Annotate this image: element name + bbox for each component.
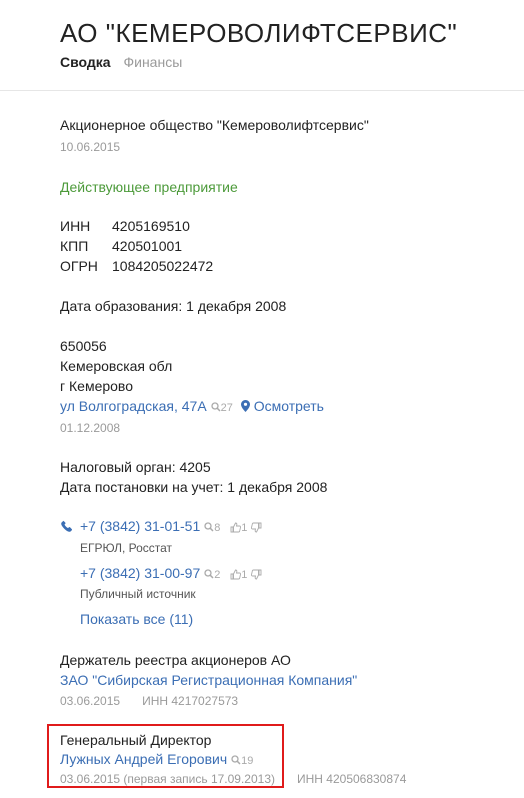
director-inn: ИНН 420506830874 <box>297 772 407 786</box>
phone-like-count: 1 <box>241 569 248 581</box>
registry-date: 03.06.2015 <box>60 694 121 708</box>
search-icon <box>204 522 214 532</box>
phone-dislike-button[interactable] <box>251 565 262 581</box>
address-postcode: 650056 <box>60 338 107 354</box>
tab-finance[interactable]: Финансы <box>123 54 182 70</box>
kpp-value: 420501001 <box>112 238 183 254</box>
phone-row: +7 (3842) 31-01-51 8 1 <box>80 518 262 534</box>
search-icon <box>204 569 214 579</box>
address-city: г Кемерово <box>60 378 133 394</box>
phone-search-count-value: 8 <box>214 522 221 534</box>
address-search-count-value: 27 <box>220 402 233 414</box>
registry-inn: ИНН 4217027573 <box>142 694 239 708</box>
address-date: 01.12.2008 <box>60 421 121 435</box>
view-on-map-label: Осмотреть <box>253 398 324 414</box>
phone-source: ЕГРЮЛ, Росстат <box>80 541 173 555</box>
show-all-phones-link[interactable]: Показать все (11) <box>80 611 193 627</box>
registry-title: Держатель реестра акционеров АО <box>60 652 291 668</box>
phone-search-count-value: 2 <box>214 569 221 581</box>
page-title: АО "КЕМЕРОВОЛИФТСЕРВИС" <box>60 18 458 48</box>
phone-icon <box>61 520 73 532</box>
phone-search-count[interactable]: 2 <box>204 569 220 581</box>
page-header: АО "КЕМЕРОВОЛИФТСЕРВИС" Сводка Финансы <box>0 0 524 91</box>
company-full-name-date: 10.06.2015 <box>60 140 121 154</box>
inn-row: ИНН 4205169510 <box>60 218 190 234</box>
thumbs-up-icon <box>230 522 242 533</box>
thumbs-up-icon <box>230 569 242 580</box>
thumbs-down-icon <box>251 569 262 580</box>
phone-dislike-button[interactable] <box>251 518 262 534</box>
ogrn-row: ОГРН 1084205022472 <box>60 258 213 274</box>
address-search-count[interactable]: 27 <box>211 402 233 414</box>
phone-like-count: 1 <box>241 522 248 534</box>
registry-meta: 03.06.2015 ИНН 4217027573 <box>60 694 238 708</box>
tax-organ: Налоговый орган: 4205 <box>60 459 211 475</box>
phone-source: Публичный источник <box>80 587 196 601</box>
kpp-row: КПП 420501001 <box>60 238 182 254</box>
company-full-name: Акционерное общество "Кемероволифтсервис… <box>60 117 369 133</box>
inn-label: ИНН <box>60 218 91 234</box>
search-icon <box>211 402 221 412</box>
phone-row: +7 (3842) 31-00-97 2 1 <box>80 565 262 581</box>
phone-like-button[interactable]: 1 <box>230 569 247 581</box>
phone-search-count[interactable]: 8 <box>204 522 220 534</box>
tab-bar: Сводка Финансы <box>60 54 191 70</box>
tax-registration-date: Дата постановки на учет: 1 декабря 2008 <box>60 479 328 495</box>
phone-link[interactable]: +7 (3842) 31-01-51 <box>80 518 200 534</box>
company-status: Действующее предприятие <box>60 179 238 195</box>
founded-date: Дата образования: 1 декабря 2008 <box>60 298 287 314</box>
kpp-label: КПП <box>60 238 89 254</box>
ogrn-value: 1084205022472 <box>112 258 214 274</box>
inn-value: 4205169510 <box>112 218 190 234</box>
tab-summary[interactable]: Сводка <box>60 54 111 70</box>
map-pin-icon <box>240 400 250 412</box>
registry-holder-link[interactable]: ЗАО "Сибирская Регистрационная Компания" <box>60 672 357 688</box>
address-street-link[interactable]: ул Волгоградская, 47А <box>60 398 207 414</box>
director-highlight-box <box>47 724 284 788</box>
address-region: Кемеровская обл <box>60 358 173 374</box>
thumbs-down-icon <box>251 522 262 533</box>
view-on-map-button[interactable]: Осмотреть <box>240 398 324 414</box>
address-street-row: ул Волгоградская, 47А 27 Осмотреть <box>60 398 324 414</box>
phone-link[interactable]: +7 (3842) 31-00-97 <box>80 565 200 581</box>
ogrn-label: ОГРН <box>60 258 98 274</box>
phone-like-button[interactable]: 1 <box>230 522 247 534</box>
